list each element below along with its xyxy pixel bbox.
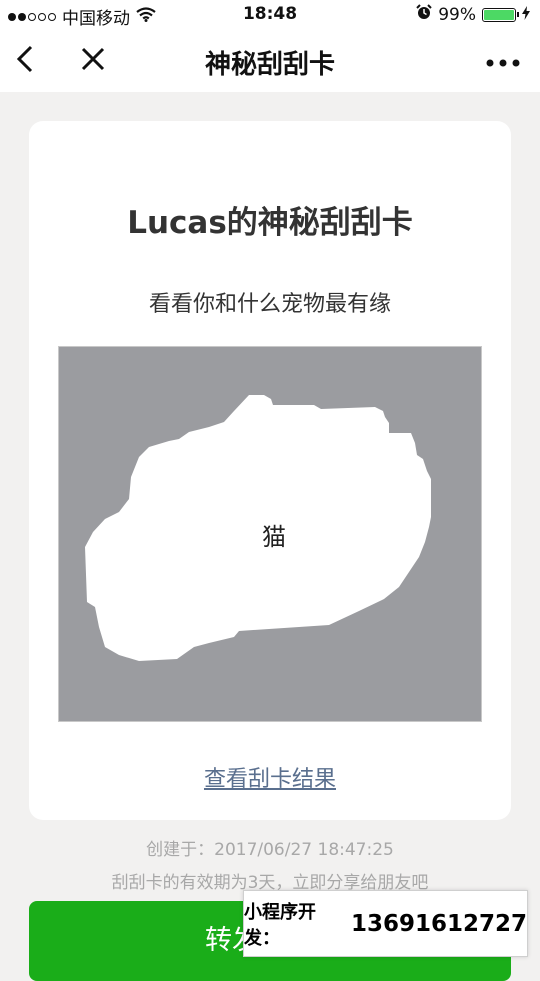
page-title: 神秘刮刮卡 (204, 50, 335, 80)
navigation-bar: 神秘刮刮卡 (0, 30, 540, 92)
more-button[interactable] (484, 42, 522, 80)
more-dots-icon (486, 52, 520, 71)
battery-icon (482, 7, 519, 22)
developer-contact-box: 小程序开发： 13691612727 (243, 890, 528, 957)
battery-percent: 99% (438, 4, 476, 25)
status-right: 99% (416, 4, 530, 25)
developer-label: 小程序开发： (244, 901, 316, 949)
view-result-link[interactable]: 查看刮卡结果 (0, 761, 540, 793)
developer-phone: 13691612727 (350, 910, 527, 937)
battery-fill (484, 9, 514, 20)
created-time: 创建于：2017/06/27 18:47:25 (146, 840, 394, 860)
alarm-icon (416, 4, 432, 25)
status-bar: 中国移动 18:48 99% (0, 0, 540, 30)
charging-bolt-icon (522, 5, 530, 25)
card-subtitle: 看看你和什么宠物最有缘 (148, 292, 391, 317)
card-title: Lucas的神秘刮刮卡 (127, 205, 413, 241)
prize-text: 猫 (262, 523, 286, 551)
scratch-area[interactable]: 猫 (58, 346, 482, 722)
